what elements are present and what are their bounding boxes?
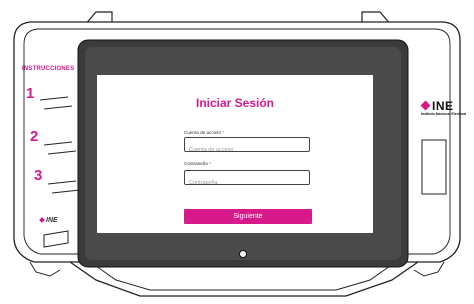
- card-slot: [421, 139, 447, 195]
- account-field[interactable]: [184, 137, 310, 157]
- password-required-marker: *: [209, 161, 211, 166]
- password-input[interactable]: [185, 176, 309, 190]
- password-label: Contraseña *: [184, 161, 211, 166]
- account-input[interactable]: [185, 143, 309, 157]
- password-field[interactable]: [184, 170, 310, 190]
- instructions-label: INSTRUCCIONES: [22, 66, 75, 72]
- account-required-marker: *: [222, 130, 225, 135]
- step-1-number: 1: [26, 85, 35, 102]
- ine-small-diamond-icon: [39, 217, 45, 223]
- step-3-number: 3: [34, 167, 43, 184]
- ine-subtitle: Instituto Nacional Electoral: [421, 112, 467, 116]
- login-screen: Iniciar Sesión Cuenta de acceso * Contra…: [97, 75, 373, 233]
- step-2-number: 2: [30, 128, 39, 145]
- login-title: Iniciar Sesión: [195, 96, 275, 110]
- account-label: Cuenta de acceso *: [184, 130, 225, 135]
- home-button: [239, 250, 247, 258]
- ine-diamond-icon: [420, 100, 431, 111]
- ine-small-logo: INE: [39, 217, 58, 224]
- next-button[interactable]: Siguiente: [184, 209, 312, 224]
